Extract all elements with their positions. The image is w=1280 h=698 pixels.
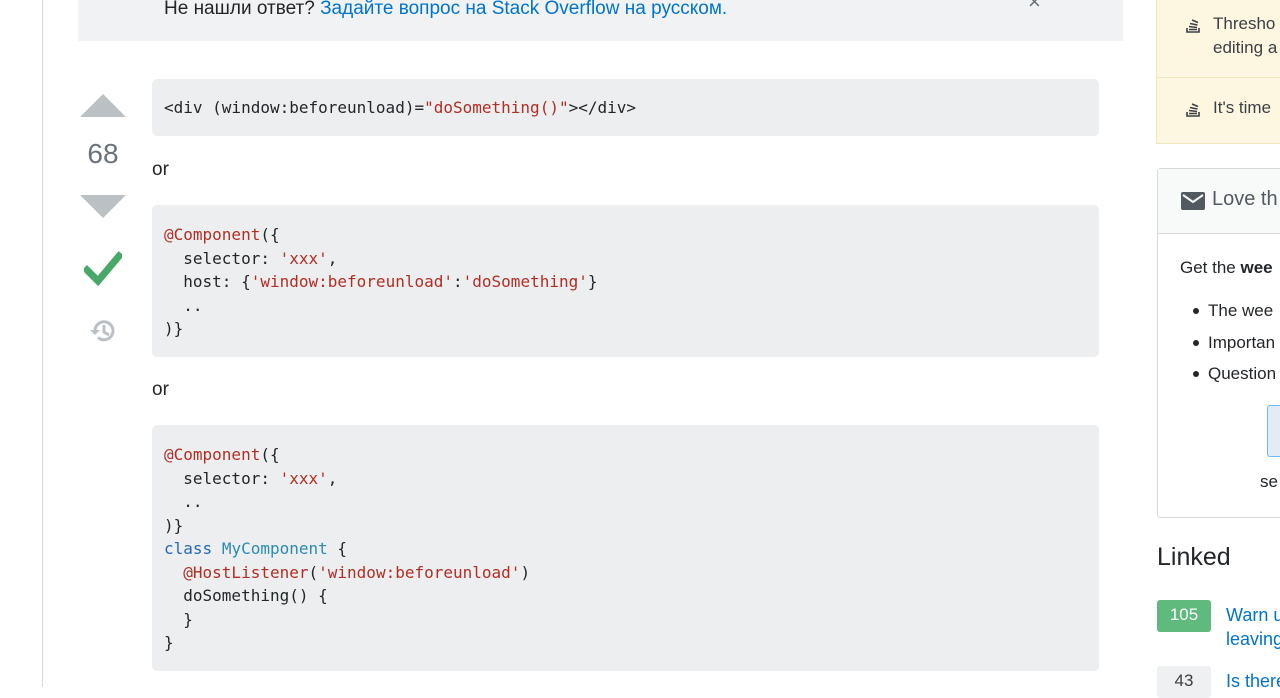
newsletter-intro: Get the wee (1180, 258, 1273, 277)
code-line: class MyComponent { (164, 537, 1087, 561)
code-line: } (164, 608, 1087, 632)
code-token: @Component (164, 225, 261, 244)
code-line: <div (window:beforeunload)="doSomething(… (164, 96, 1087, 120)
code-line: )} (164, 317, 1087, 341)
banner-prefix: Не нашли ответ? (164, 0, 315, 19)
subscribe-button[interactable] (1267, 405, 1280, 457)
code-token: } (164, 609, 193, 629)
code-line: @Component({ (164, 223, 1087, 247)
code-token: 'window:beforeunload' (250, 272, 453, 291)
divider (1157, 77, 1280, 78)
ask-question-banner: Не нашли ответ? Задайте вопрос на Stack … (78, 0, 1123, 41)
code-block-1: <div (window:beforeunload)="doSomething(… (152, 79, 1099, 136)
code-line: .. (164, 294, 1087, 318)
newsletter-bullet-3: Question (1208, 364, 1277, 383)
code-token: MyComponent (221, 539, 328, 558)
code-token: 'doSomething' (462, 272, 588, 291)
code-token: { (327, 539, 348, 558)
code-token: class (164, 539, 213, 558)
code-token: "doSomething()" (424, 98, 569, 117)
code-line: @HostListener('window:beforeunload') (164, 561, 1087, 585)
close-icon[interactable]: × (1028, 0, 1041, 13)
bullet (1193, 340, 1199, 346)
code-token: <div (window:beforeunload)= (164, 98, 425, 117)
code-token: 'xxx' (279, 468, 328, 488)
code-token: , (327, 248, 338, 268)
answer-text-or-1: or (152, 159, 169, 180)
code-line: host: {'window:beforeunload':'doSomethin… (164, 270, 1087, 294)
accepted-checkmark-icon (82, 250, 124, 291)
code-token: doSomething() { (164, 586, 328, 605)
newsletter-bullet-1: The wee (1208, 301, 1274, 320)
linked-score-badge[interactable]: 43 (1157, 666, 1211, 698)
newsletter-footer: se (1260, 472, 1278, 491)
code-token: , (327, 468, 338, 488)
banner-text: Не нашли ответ? Задайте вопрос на Stack … (164, 0, 727, 20)
downvote-button[interactable] (80, 195, 126, 218)
linked-heading: Linked (1157, 543, 1231, 571)
code-line: } (164, 631, 1087, 655)
code-token: @Component (164, 445, 261, 464)
code-token: selector: (164, 248, 280, 268)
meta-item-1[interactable]: Thresho editing a (1184, 12, 1277, 60)
newsletter-header: Love th (1158, 169, 1280, 234)
code-block-2: @Component({ selector: 'xxx', host: {'wi… (152, 205, 1099, 357)
code-line: doSomething() { (164, 584, 1087, 608)
code-token: .. (164, 492, 203, 511)
code-token: selector: (164, 468, 280, 488)
code-token: 'xxx' (279, 248, 328, 268)
answer-text-or-2: or (152, 379, 169, 400)
history-icon[interactable] (88, 316, 118, 351)
left-nav-rail (0, 0, 43, 687)
meta-item-2[interactable]: It's time (1184, 96, 1271, 120)
code-token: ( (308, 562, 319, 582)
code-token: 'window:beforeunload' (318, 562, 521, 582)
mail-icon (1181, 191, 1205, 216)
code-token: host: { (164, 272, 251, 291)
code-line: .. (164, 490, 1087, 514)
linked-question-2[interactable]: Is there (1226, 669, 1280, 693)
code-token: )} (164, 319, 184, 338)
code-line: selector: 'xxx', (164, 467, 1087, 491)
linked-question-1[interactable]: Warn u leaving (1226, 603, 1280, 651)
code-token: } (164, 633, 174, 652)
code-line: @Component({ (164, 443, 1087, 467)
code-token: @HostListener (183, 562, 309, 582)
newsletter-title: Love th (1212, 188, 1278, 210)
code-token: } (587, 272, 598, 291)
code-token: ></div> (568, 98, 637, 117)
code-line: )} (164, 514, 1087, 538)
bullet (1193, 371, 1199, 377)
code-token: ({ (260, 225, 280, 244)
code-block-3: @Component({ selector: 'xxx', ..)} class … (152, 425, 1099, 671)
newsletter-bullet-2: Importan (1208, 333, 1276, 352)
bullet (1193, 308, 1199, 314)
code-token: : (453, 272, 463, 291)
ask-question-link[interactable]: Задайте вопрос на Stack Overflow на русс… (320, 0, 727, 19)
code-token: ({ (260, 445, 280, 464)
vote-count: 68 (87, 138, 119, 169)
code-token: .. (164, 295, 203, 315)
code-line: selector: 'xxx', (164, 247, 1087, 271)
linked-score-badge[interactable]: 105 (1157, 600, 1211, 632)
code-token: )} (164, 515, 184, 535)
upvote-button[interactable] (80, 94, 126, 117)
code-token: ) (520, 562, 531, 582)
